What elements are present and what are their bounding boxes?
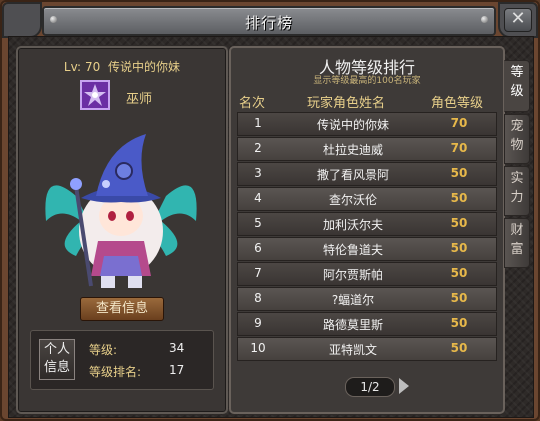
ranking-row[interactable]: 4 查尔沃伦 50 (237, 187, 497, 211)
player-name: 传说中的你妹 (108, 60, 181, 74)
tab-label: 财富 (510, 223, 524, 257)
ranking-row[interactable]: 6 特伦鲁道夫 50 (237, 237, 497, 261)
row-name: 杜拉史迪威 (322, 143, 383, 157)
character-portrait (36, 126, 206, 298)
ranking-window: ✕ 排行榜 Lv: 70 传说中的你妹 巫师 查看信息 个人信息 等级: 34 … (0, 0, 540, 421)
tab-level[interactable]: 等级 (504, 60, 530, 112)
row-name: 亚特凯文 (328, 343, 377, 357)
row-rank: 1 (254, 116, 262, 130)
row-rank: 7 (254, 266, 262, 280)
row-rank: 4 (254, 191, 262, 205)
row-level: 50 (450, 291, 468, 305)
player-level: 70 (84, 60, 101, 74)
tab-power[interactable]: 实力 (504, 166, 530, 216)
row-name: ?蝠道尔 (331, 293, 375, 307)
rank-label: 等级排名: (89, 365, 142, 379)
class-name: 巫师 (126, 92, 153, 107)
row-name: 特伦鲁道夫 (322, 243, 383, 257)
row-level: 50 (450, 166, 468, 180)
row-level: 50 (450, 241, 468, 255)
row-level: 50 (450, 191, 468, 205)
ranking-row[interactable]: 7 阿尔贾斯帕 50 (237, 262, 497, 286)
tab-label: 实力 (510, 171, 524, 205)
tab-pet[interactable]: 宠物 (504, 114, 530, 164)
rank-row: 等级排名: 17 (89, 363, 184, 380)
row-rank: 9 (254, 316, 262, 330)
level-value: 34 (169, 341, 185, 355)
view-info-button[interactable]: 查看信息 (80, 297, 164, 321)
row-rank: 5 (254, 216, 262, 230)
row-name: 加利沃尔夫 (322, 218, 383, 232)
level-label: 等级: (89, 343, 118, 357)
column-header-level: 角色等级 (431, 96, 484, 111)
row-name: 撒了看风景阿 (316, 168, 389, 182)
row-level: 50 (450, 316, 468, 330)
row-name: 阿尔贾斯帕 (322, 268, 383, 282)
lv-label: Lv: (63, 60, 82, 74)
tab-wealth[interactable]: 财富 (504, 218, 530, 268)
column-header-rank: 名次 (239, 96, 266, 111)
ranking-row[interactable]: 10 亚特凯文 50 (237, 337, 497, 361)
ranking-row[interactable]: 3 撒了看风景阿 50 (237, 162, 497, 186)
player-panel: Lv: 70 传说中的你妹 巫师 查看信息 个人信息 等级: 34 等级排名: … (16, 46, 228, 414)
window-title: 排行榜 (244, 14, 293, 32)
class-emblem-icon (80, 80, 110, 110)
row-name: 路德莫里斯 (322, 318, 383, 332)
row-name: 查尔沃伦 (328, 193, 377, 207)
window-corner-left (2, 2, 42, 38)
row-name: 传说中的你妹 (316, 118, 389, 132)
ranking-row[interactable]: 5 加利沃尔夫 50 (237, 212, 497, 236)
title-bar: 排行榜 (42, 6, 496, 36)
row-rank: 6 (254, 241, 262, 255)
row-level: 50 (450, 266, 468, 280)
close-button[interactable]: ✕ (504, 8, 532, 32)
ranking-row[interactable]: 8 ?蝠道尔 50 (237, 287, 497, 311)
rank-value: 17 (169, 363, 185, 377)
personal-info-button[interactable]: 个人信息 (39, 339, 75, 380)
row-rank: 10 (250, 341, 266, 355)
ranking-row[interactable]: 2 杜拉史迪威 70 (237, 137, 497, 161)
row-rank: 3 (254, 166, 262, 180)
page-indicator: 1/2 (345, 377, 395, 397)
row-rank: 8 (254, 291, 262, 305)
row-level: 50 (450, 216, 468, 230)
column-header-name: 玩家角色姓名 (307, 96, 386, 111)
ranking-panel: 人物等级排行 显示等级最高的100名玩家 名次 玩家角色姓名 角色等级 1 传说中… (229, 46, 505, 414)
personal-info-box: 个人信息 等级: 34 等级排名: 17 (30, 330, 214, 390)
tab-label: 宠物 (510, 119, 524, 153)
row-rank: 2 (254, 141, 262, 155)
row-level: 50 (450, 341, 468, 355)
next-page-button[interactable] (399, 378, 409, 394)
level-row: 等级: 34 (89, 341, 184, 358)
tab-label: 等级 (510, 65, 524, 99)
ranking-row[interactable]: 1 传说中的你妹 70 (237, 112, 497, 136)
ranking-row[interactable]: 9 路德莫里斯 50 (237, 312, 497, 336)
player-level-line: Lv: 70 传说中的你妹 (18, 58, 226, 75)
row-level: 70 (450, 141, 468, 155)
row-level: 70 (450, 116, 468, 130)
ranking-subtitle: 显示等级最高的100名玩家 (313, 76, 421, 86)
close-icon: ✕ (510, 8, 526, 29)
